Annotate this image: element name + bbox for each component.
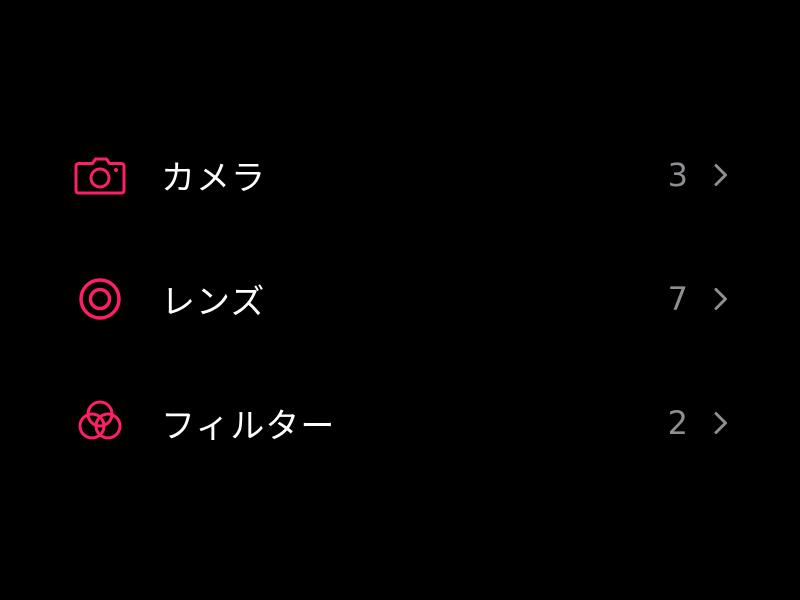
list-item-camera[interactable]: カメラ 3 xyxy=(0,113,800,237)
list-item-filter[interactable]: フィルター 2 xyxy=(0,361,800,485)
category-list: カメラ 3 レンズ 7 フィルター 2 xyxy=(0,113,800,485)
list-item-count: 7 xyxy=(667,280,688,318)
chevron-right-icon xyxy=(709,287,733,311)
filter-icon xyxy=(72,395,128,451)
screen: カメラ 3 レンズ 7 フィルター 2 xyxy=(0,0,800,600)
list-item-count: 2 xyxy=(667,404,688,442)
lens-icon xyxy=(72,271,128,327)
list-item-label: カメラ xyxy=(161,158,266,199)
list-item-count: 3 xyxy=(667,156,688,194)
list-item-label: フィルター xyxy=(161,406,336,447)
list-item-label: レンズ xyxy=(161,282,266,323)
list-item-lens[interactable]: レンズ 7 xyxy=(0,237,800,361)
chevron-right-icon xyxy=(709,163,733,187)
camera-icon xyxy=(72,147,128,203)
chevron-right-icon xyxy=(709,411,733,435)
